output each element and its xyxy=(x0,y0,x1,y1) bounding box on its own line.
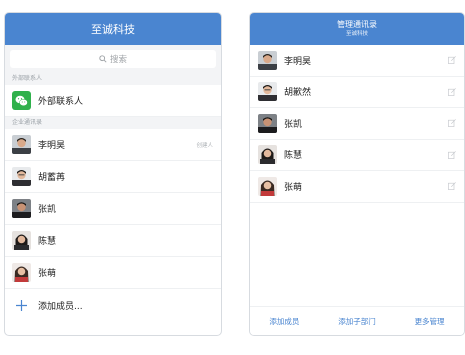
manage-title: 管理通讯录 xyxy=(337,20,377,29)
external-contacts-label: 外部联系人 xyxy=(38,97,84,107)
manage-member-row[interactable]: 张萌 xyxy=(250,171,464,203)
avatar xyxy=(12,199,31,218)
avatar xyxy=(258,176,277,196)
contacts-screen: 至诚科技 搜索 外部联系人 外部联系人 企业通讯录 李明昊 创建人 胡蓄苒 张凯… xyxy=(4,12,222,336)
creator-tag: 创建人 xyxy=(196,142,213,149)
member-row[interactable]: 陈慧 xyxy=(5,225,221,257)
footer-add-subdept-button[interactable]: 添加子部门 xyxy=(338,316,376,327)
edit-icon[interactable] xyxy=(448,182,456,190)
manage-footer: 添加成员 添加子部门 更多管理 xyxy=(250,306,464,335)
member-name: 胡蓄苒 xyxy=(38,173,66,183)
avatar xyxy=(12,231,31,250)
member-name: 张凯 xyxy=(284,119,303,130)
section-company: 企业通讯录 xyxy=(5,117,221,129)
external-contacts-item[interactable]: 外部联系人 xyxy=(5,85,221,117)
edit-icon[interactable] xyxy=(448,87,456,96)
member-name: 张凯 xyxy=(38,205,57,215)
member-name: 张萌 xyxy=(284,182,303,193)
footer-more-manage-button[interactable]: 更多管理 xyxy=(415,316,445,327)
manage-member-row[interactable]: 陈慧 xyxy=(250,140,464,171)
footer-add-member-button[interactable]: 添加成员 xyxy=(269,316,299,327)
contacts-header: 至诚科技 xyxy=(5,13,221,45)
avatar xyxy=(12,263,31,282)
member-name: 陈慧 xyxy=(38,237,57,247)
member-name: 李明昊 xyxy=(38,141,66,151)
manage-header: 管理通讯录 至诚科技 xyxy=(250,13,464,45)
edit-icon[interactable] xyxy=(448,56,456,64)
member-name: 张萌 xyxy=(38,269,57,279)
member-row[interactable]: 张萌 xyxy=(5,257,221,289)
manage-subtitle: 至诚科技 xyxy=(345,31,368,37)
member-name: 李明昊 xyxy=(284,56,312,67)
manage-member-row[interactable]: 胡歉然 xyxy=(250,77,464,108)
manage-contacts-screen: 管理通讯录 至诚科技 李明昊 胡歉然 张凯 陈慧 张萌 添加成员 添加子部门 更… xyxy=(249,12,465,336)
plus-icon xyxy=(12,296,31,315)
search-bar: 搜索 xyxy=(5,45,221,73)
manage-member-row[interactable]: 李明昊 xyxy=(250,45,464,77)
edit-icon[interactable] xyxy=(448,119,456,127)
avatar xyxy=(12,135,31,154)
avatar xyxy=(258,82,277,102)
member-row[interactable]: 李明昊 创建人 xyxy=(5,129,221,161)
member-name: 胡歉然 xyxy=(284,88,312,99)
add-member-row[interactable]: 添加成员... xyxy=(5,289,221,321)
header-title: 至诚科技 xyxy=(91,22,135,36)
member-row[interactable]: 胡蓄苒 xyxy=(5,161,221,193)
avatar xyxy=(258,50,277,70)
section-external: 外部联系人 xyxy=(5,73,221,85)
avatar xyxy=(258,113,277,133)
manage-member-row[interactable]: 张凯 xyxy=(250,108,464,140)
member-row[interactable]: 张凯 xyxy=(5,193,221,225)
avatar xyxy=(258,145,277,165)
add-member-label: 添加成员... xyxy=(38,301,83,312)
search-input[interactable]: 搜索 xyxy=(10,50,216,68)
search-icon xyxy=(99,55,107,63)
member-name: 陈慧 xyxy=(284,151,303,162)
edit-icon[interactable] xyxy=(448,150,456,159)
wechat-icon xyxy=(12,91,31,110)
search-placeholder: 搜索 xyxy=(109,55,127,65)
avatar xyxy=(12,167,31,186)
